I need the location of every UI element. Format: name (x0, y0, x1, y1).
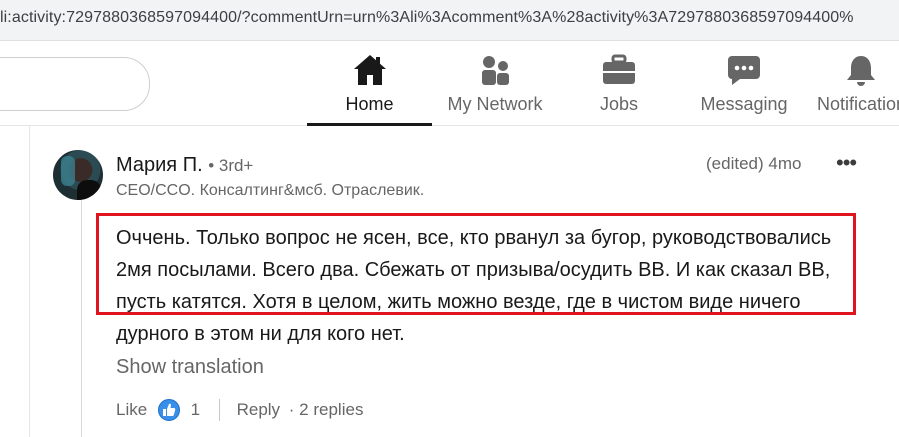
like-button[interactable]: Like (116, 400, 147, 419)
divider (29, 126, 30, 437)
author-name[interactable]: Мария П. (116, 154, 203, 176)
nav-messaging-label: Messaging (700, 94, 788, 114)
show-translation-button[interactable]: Show translation (116, 356, 264, 379)
nav-jobs-label: Jobs (599, 94, 639, 114)
nav-messaging[interactable]: Messaging (690, 41, 798, 125)
nav-jobs[interactable]: Jobs (575, 41, 663, 125)
nav-notifications-label: Notifications (817, 94, 899, 114)
thumbs-up-icon[interactable] (157, 399, 180, 421)
nav-notifications[interactable]: Notifications (817, 41, 899, 125)
thread-line (81, 200, 82, 437)
comment-timestamp: (edited) 4mo (706, 154, 802, 173)
url-text[interactable]: li:activity:7297880368597094400/?comment… (0, 9, 854, 27)
briefcase-icon (601, 53, 637, 92)
bell-icon (844, 53, 878, 92)
replies-count[interactable]: · 2 replies (289, 400, 364, 419)
home-icon (352, 53, 388, 92)
comment-panel: Мария П. • 3rd+ CEO/CCO. Консалтинг&мсб.… (0, 126, 899, 437)
search-input[interactable] (0, 57, 150, 111)
avatar[interactable] (53, 150, 103, 200)
messaging-icon (726, 53, 762, 92)
like-count[interactable]: 1 (191, 400, 200, 419)
top-nav: Home My Network Jobs Messaging Notificat… (0, 41, 899, 126)
comment-actions: Like 1 Reply · 2 replies (116, 399, 363, 421)
nav-home[interactable]: Home (307, 41, 432, 126)
comment-author[interactable]: Мария П. • 3rd+ (116, 154, 253, 177)
connection-degree: • 3rd+ (208, 156, 254, 175)
comment-text: Оччень. Только вопрос не ясен, все, кто … (116, 227, 832, 345)
browser-address-bar[interactable]: li:activity:7297880368597094400/?comment… (0, 0, 899, 41)
nav-my-network[interactable]: My Network (440, 41, 550, 125)
author-headline: CEO/CCO. Консалтинг&мсб. Отраслевик. (116, 182, 425, 199)
nav-home-label: Home (345, 94, 394, 114)
nav-my-network-label: My Network (447, 94, 543, 114)
divider (218, 399, 220, 421)
more-options-icon[interactable]: ••• (836, 150, 857, 176)
reply-button[interactable]: Reply (237, 400, 280, 419)
network-icon (478, 53, 512, 92)
